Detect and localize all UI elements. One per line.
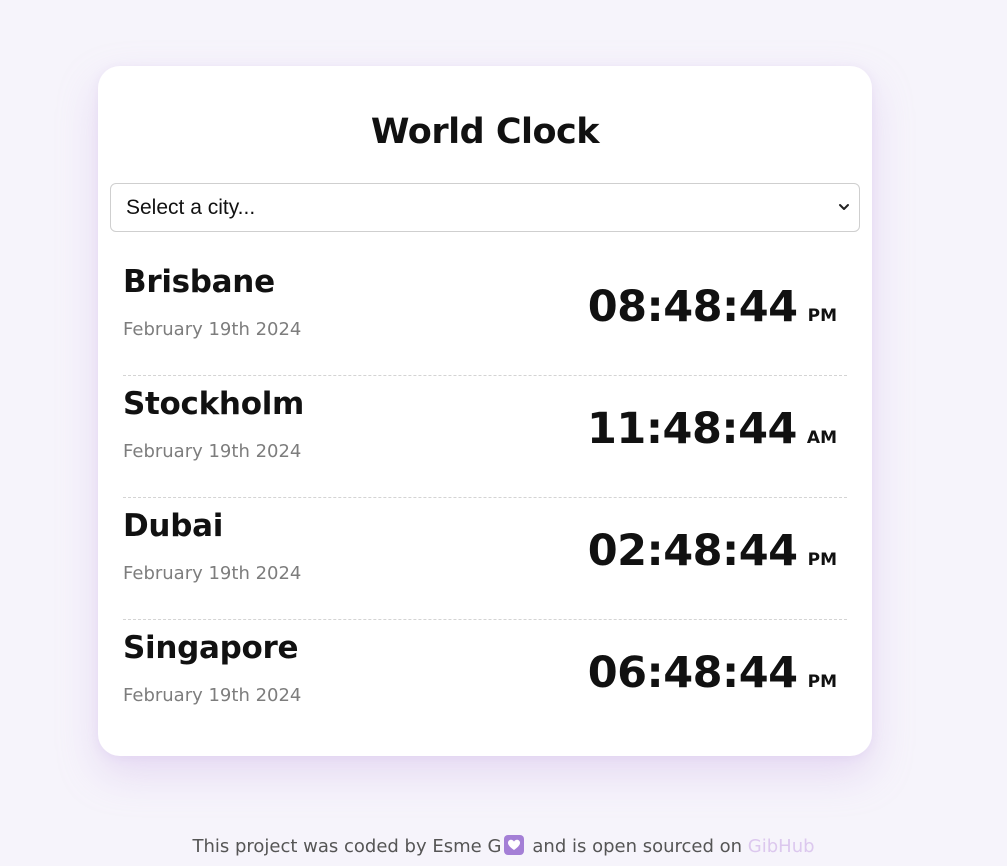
city-date: February 19th 2024: [123, 685, 302, 706]
city-name: Singapore: [123, 630, 299, 666]
city-name: Dubai: [123, 508, 224, 544]
world-clock-card: World Clock Select a city... Brisbane Fe…: [98, 66, 872, 756]
city-row-brisbane: Brisbane February 19th 2024 08:48:44 PM: [123, 254, 847, 376]
heart-icon: [504, 835, 525, 855]
city-row-stockholm: Stockholm February 19th 2024 11:48:44 AM: [123, 376, 847, 498]
time-ampm: PM: [807, 550, 837, 570]
github-link[interactable]: GibHub: [748, 836, 815, 857]
time-value: 06:48:44: [587, 648, 798, 698]
time-value: 02:48:44: [587, 526, 798, 576]
footer: This project was coded by Esme G and is o…: [0, 835, 1007, 857]
city-name: Stockholm: [123, 386, 305, 422]
city-name: Brisbane: [123, 264, 275, 300]
city-time: 06:48:44 PM: [588, 648, 837, 698]
city-time: 08:48:44 PM: [588, 282, 837, 332]
page-title: World Clock: [370, 112, 600, 152]
time-value: 08:48:44: [587, 282, 798, 332]
city-select[interactable]: Select a city...: [110, 183, 860, 232]
time-value: 11:48:44: [587, 404, 797, 454]
page: World Clock Select a city... Brisbane Fe…: [0, 0, 1007, 866]
city-row-singapore: Singapore February 19th 2024 06:48:44 PM: [123, 620, 847, 742]
city-date: February 19th 2024: [123, 441, 302, 462]
time-ampm: PM: [807, 672, 837, 692]
city-time: 11:48:44 AM: [587, 404, 837, 454]
chevron-down-icon: [839, 204, 849, 210]
city-select-value: Select a city...: [126, 196, 256, 219]
footer-credit-text: This project was coded by Esme G: [192, 836, 502, 857]
city-row-dubai: Dubai February 19th 2024 02:48:44 PM: [123, 498, 847, 620]
time-ampm: PM: [807, 306, 837, 326]
city-time: 02:48:44 PM: [588, 526, 837, 576]
footer-open-source-text: and is open sourced on: [532, 836, 743, 857]
city-date: February 19th 2024: [123, 563, 302, 584]
time-ampm: AM: [806, 428, 837, 448]
city-date: February 19th 2024: [123, 319, 302, 340]
